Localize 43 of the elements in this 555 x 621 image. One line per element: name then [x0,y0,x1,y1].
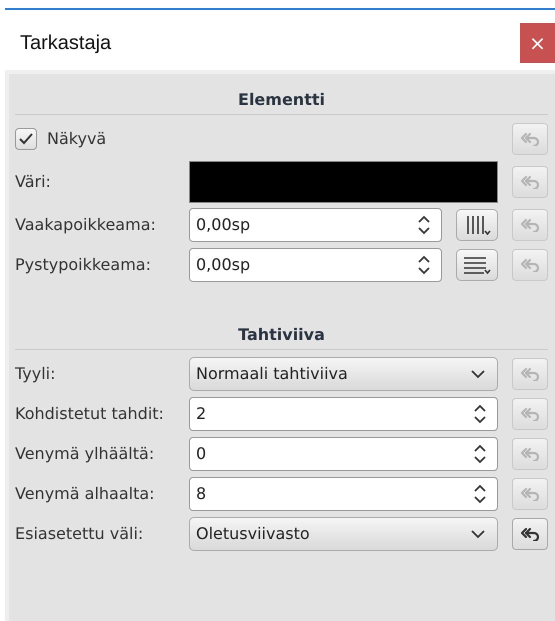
window-title: Tarkastaja [20,31,112,56]
section-heading: Elementti [238,89,325,111]
undo-icon [520,258,540,272]
chevron-down-icon [471,370,485,378]
field-label: Tyyli: [15,363,56,385]
undo-icon [520,132,540,146]
spin-box[interactable]: 8 [189,477,498,511]
spin-box[interactable]: 0,00sp [189,208,442,242]
undo-icon [520,218,540,232]
up-down-arrows-icon [417,254,431,276]
field-label: Vaakapoikkeama: [15,214,157,236]
undo-icon [520,487,540,501]
alignment-dropdown-button[interactable] [456,249,498,281]
spin-box[interactable]: 0 [189,437,498,471]
undo-icon [520,447,540,461]
alignment-dropdown-button[interactable] [456,209,498,241]
color-swatch[interactable] [189,161,498,203]
field-label: Kohdistetut tahdit: [15,403,165,425]
undo-icon [520,367,540,381]
spin-box[interactable]: 0,00sp [189,248,442,282]
field-label: Esiasetettu väli: [15,523,144,545]
up-down-arrows-icon [473,403,487,425]
up-down-arrows-icon [417,214,431,236]
undo-icon [520,175,540,189]
checkmark-icon [19,133,33,145]
section-heading: Tahtiviiva [238,324,325,346]
reset-button[interactable] [512,518,548,550]
up-down-arrows-icon [473,483,487,505]
undo-icon [520,407,540,421]
dropdown[interactable]: Normaali tahtiviiva [189,357,498,391]
close-button[interactable]: × [520,23,555,63]
field-label: Venymä alhaalta: [15,483,156,505]
dropdown[interactable]: Oletusviivasto [189,517,498,551]
up-down-arrows-icon [473,443,487,465]
field-label: Pystypoikkeama: [15,254,152,276]
chevron-down-icon [471,530,485,538]
undo-icon [520,527,540,541]
field-label: Väri: [15,171,52,193]
checkbox-label: Näkyvä [47,128,106,150]
checkbox[interactable] [15,128,37,150]
spin-box[interactable]: 2 [189,397,498,431]
field-label: Venymä ylhäältä: [15,443,156,465]
horizontal-lines-icon [462,255,492,275]
